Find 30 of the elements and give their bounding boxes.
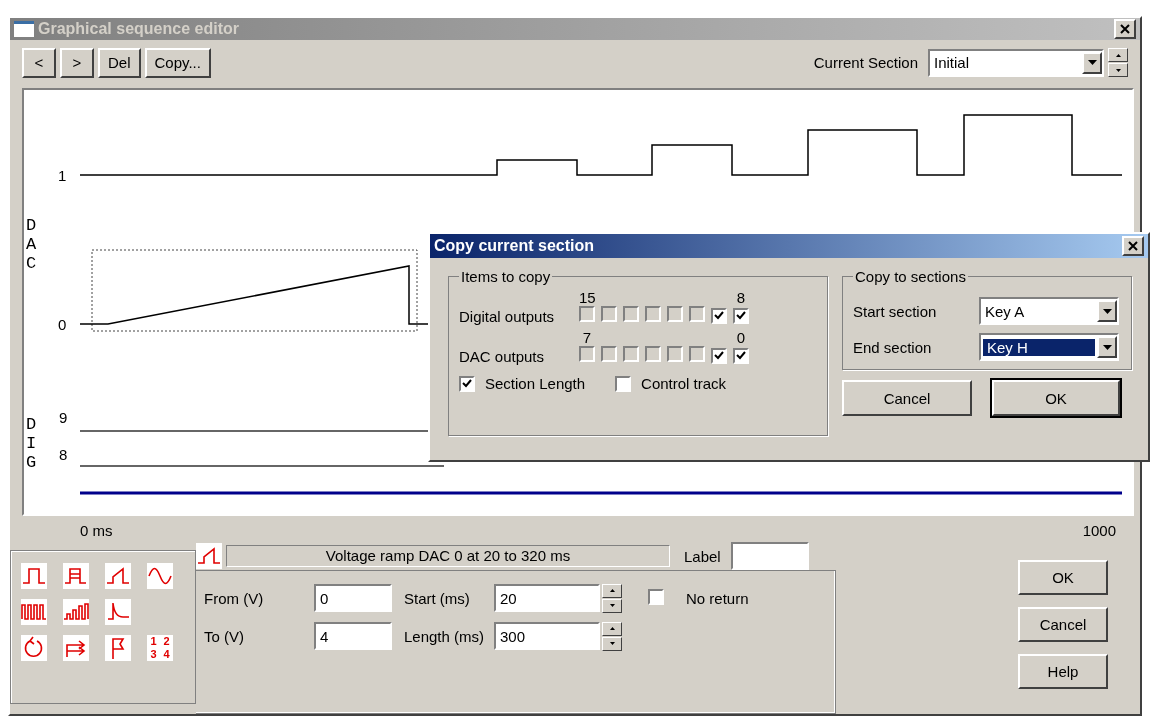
- field-label: Length (ms): [404, 627, 486, 645]
- bit-number: 0: [735, 329, 747, 346]
- bit-number: 15: [579, 289, 595, 306]
- dialog-title: Copy current section: [434, 237, 596, 255]
- group-title: Items to copy: [460, 268, 552, 285]
- channel-label: 9: [59, 408, 68, 426]
- field-label: From (V): [204, 589, 265, 607]
- bit-number: 7: [581, 329, 593, 346]
- bit-number: 8: [735, 289, 747, 306]
- axis-label: DIG: [26, 414, 37, 472]
- level-label: 0: [58, 315, 67, 333]
- section-label: Current Section: [813, 54, 918, 72]
- event-description: Voltage ramp DAC 0 at 20 to 320 ms: [226, 545, 670, 567]
- checkbox-label: No return: [686, 589, 750, 607]
- field-label: To (V): [204, 627, 245, 645]
- row-label: DAC outputs: [459, 348, 546, 365]
- checkbox-label: Section Length: [485, 375, 586, 392]
- checkbox-label: Control track: [641, 375, 727, 392]
- field-label: Start section: [853, 302, 938, 320]
- row-label: Digital outputs: [459, 308, 556, 325]
- channel-label: 8: [59, 445, 68, 463]
- window-title: Graphical sequence editor: [38, 19, 240, 38]
- label-caption: Label: [684, 547, 721, 565]
- group-title: Copy to sections: [854, 268, 967, 285]
- axis-start-label: 0 ms: [80, 521, 113, 541]
- level-label: 1: [58, 166, 67, 184]
- field-label: Start (ms): [404, 589, 471, 607]
- axis-label: DAC: [26, 215, 37, 273]
- axis-end-label: 1000: [1082, 521, 1116, 541]
- field-label: End section: [853, 338, 933, 356]
